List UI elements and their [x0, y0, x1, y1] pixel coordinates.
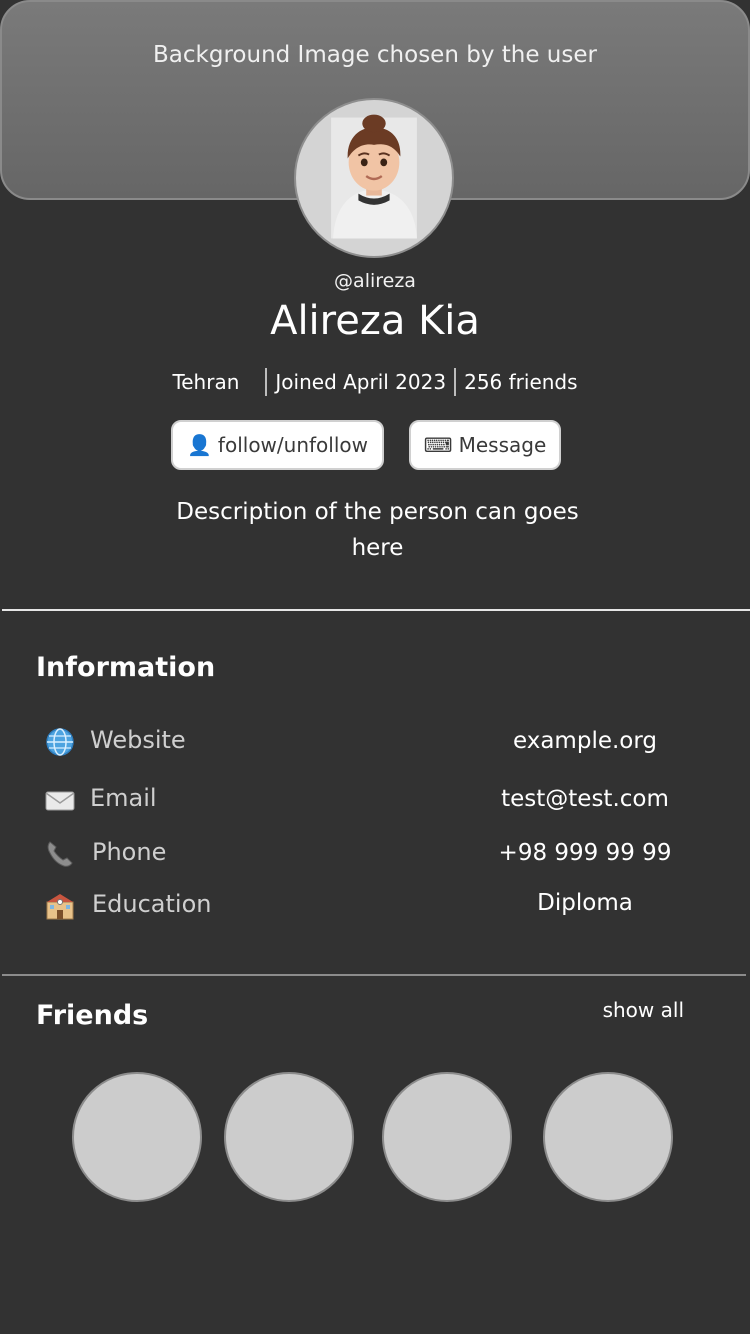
profile-name: Alireza Kia [270, 298, 480, 344]
globe-icon [44, 726, 76, 758]
friend-avatar[interactable] [224, 1072, 354, 1202]
profile-meta: Tehran Joined April 2023 256 friends [0, 368, 750, 396]
friends-count-text[interactable]: 256 friends [464, 370, 577, 394]
avatar[interactable] [294, 98, 454, 258]
friend-avatar[interactable] [543, 1072, 673, 1202]
follow-button-label: follow/unfollow [217, 433, 368, 457]
info-row-phone: Phone +98 999 99 99 [0, 834, 750, 874]
friend-avatar[interactable] [382, 1072, 512, 1202]
meta-divider [454, 368, 457, 396]
friends-heading: Friends [36, 1000, 149, 1031]
website-label: Website [90, 726, 186, 754]
memoji-avatar-icon [331, 114, 417, 239]
message-button-label: Message [458, 433, 547, 457]
info-row-email: Email test@test.com [0, 780, 750, 820]
message-button[interactable]: ⌨ Message [409, 420, 561, 470]
phone-icon [44, 838, 76, 870]
username-handle: @alireza [334, 270, 416, 292]
info-row-education: Education Diploma [0, 886, 750, 926]
keyboard-icon: ⌨ [423, 433, 453, 457]
info-row-website: Website example.org [0, 722, 750, 762]
location-text: Tehran [172, 370, 240, 394]
follow-unfollow-button[interactable]: 👤 follow/unfollow [171, 420, 384, 470]
profile-description: Description of the person can goes here [176, 499, 579, 561]
phone-value[interactable]: +98 999 99 99 [480, 840, 690, 866]
section-divider [2, 609, 750, 611]
envelope-icon [44, 784, 76, 816]
show-all-friends-link[interactable]: show all [603, 998, 684, 1022]
friend-avatar[interactable] [72, 1072, 202, 1202]
education-label: Education [92, 890, 212, 918]
email-label: Email [90, 784, 157, 812]
person-icon: 👤 [187, 433, 212, 457]
cover-caption: Background Image chosen by the user [153, 42, 597, 68]
education-value: Diploma [537, 890, 633, 916]
email-value[interactable]: test@test.com [480, 786, 690, 812]
joined-date-text: Joined April 2023 [275, 370, 447, 394]
phone-label: Phone [92, 838, 167, 866]
section-divider [2, 974, 746, 976]
school-icon [44, 890, 76, 922]
information-heading: Information [36, 652, 216, 683]
website-value[interactable]: example.org [480, 728, 690, 754]
meta-divider [265, 368, 268, 396]
profile-page: Background Image chosen by the user @ali… [0, 0, 750, 1334]
